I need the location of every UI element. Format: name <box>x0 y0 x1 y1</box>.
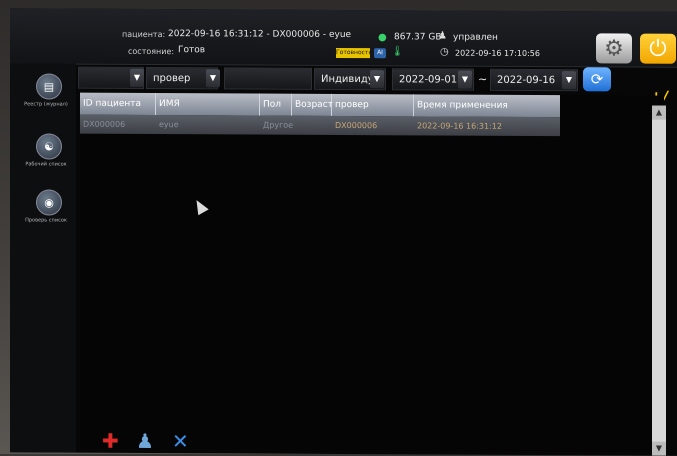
ready-badge: Готовность <box>336 47 372 59</box>
disk-space: 867.37 GB <box>394 32 442 43</box>
cell-id: DX000006 <box>83 119 126 129</box>
table-header: ID пациента ИМЯ Пол Возраст провер Время… <box>80 92 560 118</box>
cell-sex: Другое <box>263 120 294 130</box>
add-patient-button[interactable]: ✚ <box>102 429 119 453</box>
gear-icon: ⚙ <box>604 35 624 61</box>
chevron-down-icon[interactable]: ▼ <box>562 71 576 90</box>
column-header[interactable]: Возраст <box>292 93 333 116</box>
refresh-button[interactable]: ⟳ <box>583 67 611 92</box>
settings-button[interactable]: ⚙ <box>596 33 632 64</box>
refresh-icon: ⟳ <box>590 70 604 89</box>
thermometer-icon: 🌡 <box>391 46 404 58</box>
column-header[interactable]: Время применения <box>414 94 560 117</box>
column-header[interactable]: ID пациента <box>80 92 156 116</box>
column-header[interactable]: Пол <box>260 93 292 116</box>
user-name: управлен <box>453 32 498 43</box>
user-icon: ♟ <box>438 30 447 42</box>
state-value: Готов <box>178 45 206 56</box>
state-label: состояние: <box>128 46 175 57</box>
chevron-down-icon[interactable]: ▼ <box>458 70 472 89</box>
cell-check: DX000006 <box>335 120 378 131</box>
edit-patient-button[interactable]: ♟ <box>136 429 154 453</box>
chevron-down-icon[interactable]: ▼ <box>206 69 220 88</box>
worklist-icon: ☯ <box>44 139 54 153</box>
chevron-down-icon[interactable]: ▼ <box>130 68 144 87</box>
column-header[interactable]: провер <box>332 93 414 117</box>
sidebar-item-label: Рабочий список <box>25 161 67 168</box>
power-icon: ⏻ <box>649 36 667 62</box>
power-button[interactable]: ⏻ <box>640 33 676 64</box>
disk-icon: ● <box>378 32 387 44</box>
patient-label: пациента: <box>122 29 166 40</box>
delete-patient-button[interactable]: ✕ <box>172 429 189 453</box>
scroll-up-icon[interactable]: ▲ <box>652 105 666 120</box>
chevron-down-icon[interactable]: ▼ <box>370 70 384 89</box>
table-row[interactable]: DX000006 eyue Другое DX000006 2022-09-16… <box>80 114 560 137</box>
sidebar-item-label: Проверь список <box>25 217 67 224</box>
eye-icon: ◉ <box>44 195 54 209</box>
clock-value: 2022-09-16 17:10:56 <box>455 48 540 59</box>
ai-icon: AI <box>374 48 386 59</box>
folder-icon: ▤ <box>43 79 55 93</box>
app-screen: пациента: 2022-09-16 16:31:12 - DX000006… <box>10 8 677 456</box>
cell-name: eyue <box>159 120 179 130</box>
sidebar: ▤ Реестр (журнал) ☯ Рабочий список ◉ Про… <box>10 63 76 453</box>
sidebar-item-worklist[interactable]: ☯ <box>36 133 62 160</box>
vertical-scrollbar[interactable]: ▲ ▼ <box>652 105 666 456</box>
clock-icon: ◷ <box>440 46 449 58</box>
column-header[interactable]: ИМЯ <box>156 93 260 116</box>
top-bar: пациента: 2022-09-16 16:31:12 - DX000006… <box>10 8 677 68</box>
patient-table: ID пациента ИМЯ Пол Возраст провер Время… <box>80 92 664 452</box>
sidebar-item-review[interactable]: ◉ <box>36 189 62 216</box>
sidebar-item-label: Реестр (журнал) <box>24 101 68 108</box>
cell-time: 2022-09-16 16:31:12 <box>417 121 502 131</box>
cell-age <box>292 116 332 135</box>
sidebar-item-registry[interactable]: ▤ <box>36 73 62 100</box>
patient-info: 2022-09-16 16:31:12 - DX000006 - eyue <box>168 29 352 41</box>
range-separator: ~ <box>478 72 488 86</box>
search-input[interactable] <box>224 67 312 90</box>
